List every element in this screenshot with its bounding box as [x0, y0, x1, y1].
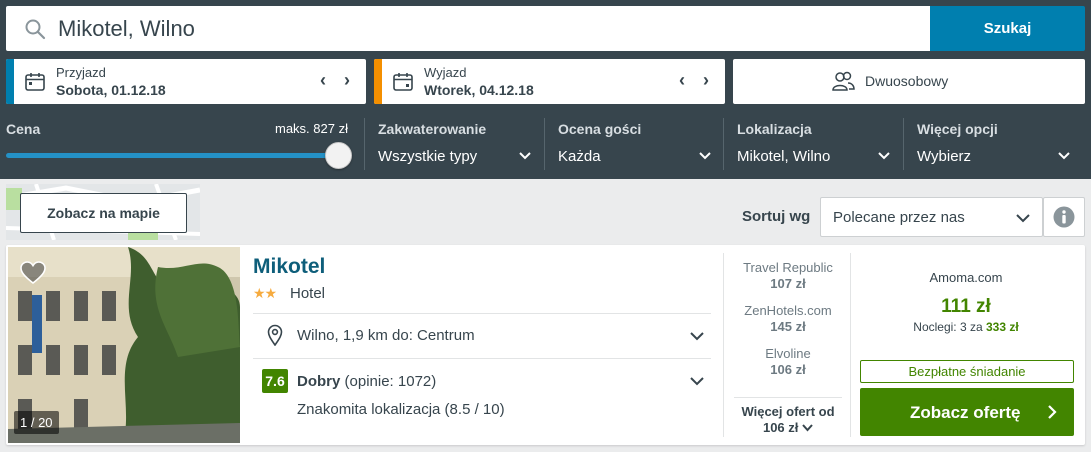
rating-word: Dobry — [297, 373, 341, 390]
location-filter-label: Lokalizacja — [737, 121, 812, 137]
hotel-photo[interactable]: 1 / 20 — [8, 247, 240, 443]
chevron-down-icon[interactable] — [1057, 149, 1071, 163]
checkin-value: Sobota, 01.12.18 — [56, 82, 166, 98]
filter-divider — [364, 118, 365, 170]
nights-prefix: Noclegi: 3 za — [913, 320, 983, 334]
search-icon — [25, 19, 46, 40]
app: Szukaj Przyjazd Sobota, 01.12.18 ‹ › Wyj… — [0, 0, 1091, 452]
rating-summary: Dobry (opinie: 1072) — [297, 373, 436, 390]
more-offers-label: Więcej ofert od — [741, 404, 835, 419]
guest-rating-filter-label: Ocena gości — [558, 121, 642, 137]
checkin-next-button[interactable]: › — [337, 70, 357, 92]
sort-select[interactable]: Polecane przez nas — [820, 197, 1043, 237]
row-divider — [253, 358, 711, 359]
guest-rating-filter-value[interactable]: Każda — [558, 148, 601, 165]
sort-info-button[interactable] — [1043, 197, 1085, 237]
show-on-map-button[interactable]: Zobacz na mapie — [20, 193, 187, 233]
checkout-next-button[interactable]: › — [696, 70, 716, 92]
deal-provider: Travel Republic — [743, 260, 833, 275]
room-label: Dwuosobowy — [865, 73, 949, 89]
free-breakfast-badge: Bezpłatne śniadanie — [860, 360, 1074, 383]
deal-item[interactable]: Elvoline 106 zł — [728, 346, 848, 377]
best-deal-price[interactable]: 111 zł — [861, 296, 1071, 318]
chevron-down-icon — [802, 424, 813, 432]
price-max-label: maks. 827 zł — [275, 121, 348, 136]
accommodation-filter-value[interactable]: Wszystkie typy — [378, 148, 477, 165]
column-divider — [723, 253, 724, 437]
chevron-down-icon[interactable] — [698, 149, 712, 163]
row-divider — [253, 313, 711, 314]
hotel-location: Wilno, 1,9 km do: Centrum — [297, 327, 475, 344]
checkin-prev-button[interactable]: ‹ — [313, 70, 333, 92]
more-options-filter-value[interactable]: Wybierz — [917, 148, 971, 165]
search-button[interactable]: Szukaj — [930, 6, 1085, 51]
rating-detail: Znakomita lokalizacja (8.5 / 10) — [297, 401, 505, 418]
chevron-down-icon[interactable] — [689, 328, 705, 344]
nights-total: Noclegi: 3 za 333 zł — [861, 320, 1071, 334]
calendar-icon — [393, 73, 413, 91]
photo-count-badge: 1 / 20 — [14, 411, 59, 434]
chevron-down-icon[interactable] — [518, 149, 532, 163]
nights-total-price: 333 zł — [986, 320, 1019, 334]
deal-price: 145 zł — [770, 319, 806, 334]
chevron-down-icon[interactable] — [877, 149, 891, 163]
deal-price: 107 zł — [770, 276, 806, 291]
deal-provider: ZenHotels.com — [744, 303, 832, 318]
info-icon — [1053, 206, 1075, 228]
more-offers-price-row: 106 zł — [728, 420, 848, 436]
price-filter-label: Cena — [6, 121, 41, 137]
search-input[interactable] — [58, 14, 918, 44]
deal-item[interactable]: ZenHotels.com 145 zł — [728, 303, 848, 334]
sort-value: Polecane przez nas — [833, 209, 965, 226]
hotel-result-card: 1 / 20 Mikotel ★★ Hotel Wilno, 1,9 km do… — [6, 245, 1085, 445]
view-deal-label: Zobacz ofertę — [910, 403, 1021, 422]
rating-score-badge: 7.6 — [262, 369, 288, 393]
checkout-label: Wyjazd — [424, 65, 467, 80]
more-offers-price: 106 zł — [762, 420, 799, 435]
checkout-prev-button[interactable]: ‹ — [672, 70, 692, 92]
hotel-name[interactable]: Mikotel — [253, 255, 325, 279]
heart-icon[interactable] — [20, 261, 46, 285]
chevron-down-icon — [1016, 214, 1030, 223]
filter-divider — [723, 118, 724, 170]
best-deal-provider: Amoma.com — [929, 270, 1003, 285]
filter-divider — [544, 118, 545, 170]
more-options-filter-label: Więcej opcji — [917, 121, 998, 137]
price-slider-handle[interactable] — [325, 142, 352, 169]
location-pin-icon — [267, 324, 283, 346]
view-deal-button[interactable]: Zobacz ofertę — [860, 388, 1074, 436]
deal-price: 106 zł — [770, 362, 806, 377]
hotel-type: Hotel — [290, 285, 326, 302]
checkin-accent — [6, 59, 14, 104]
deal-item[interactable]: Travel Republic 107 zł — [728, 260, 848, 291]
room-selector[interactable]: Dwuosobowy — [733, 59, 1085, 104]
chevron-down-icon[interactable] — [689, 373, 705, 389]
filter-divider — [903, 118, 904, 170]
people-icon — [832, 71, 855, 91]
calendar-icon — [25, 73, 45, 91]
chevron-right-icon — [1048, 405, 1057, 419]
checkout-value: Wtorek, 04.12.18 — [424, 82, 534, 98]
rating-count: (opinie: 1072) — [344, 373, 437, 390]
accommodation-filter-label: Zakwaterowanie — [378, 121, 487, 137]
search-box — [6, 6, 931, 51]
row-divider — [734, 397, 842, 398]
more-offers-link[interactable]: Więcej ofert od 106 zł — [728, 404, 848, 436]
star-rating: ★★ — [253, 285, 277, 301]
sort-label: Sortuj wg — [742, 208, 811, 225]
checkin-picker[interactable]: Przyjazd Sobota, 01.12.18 ‹ › — [6, 59, 366, 104]
checkout-accent — [374, 59, 382, 104]
price-slider-track[interactable] — [6, 153, 340, 158]
deal-provider: Elvoline — [765, 346, 811, 361]
location-filter-value[interactable]: Mikotel, Wilno — [737, 148, 830, 165]
checkin-label: Przyjazd — [56, 65, 106, 80]
column-divider — [850, 253, 851, 437]
checkout-picker[interactable]: Wyjazd Wtorek, 04.12.18 ‹ › — [374, 59, 725, 104]
